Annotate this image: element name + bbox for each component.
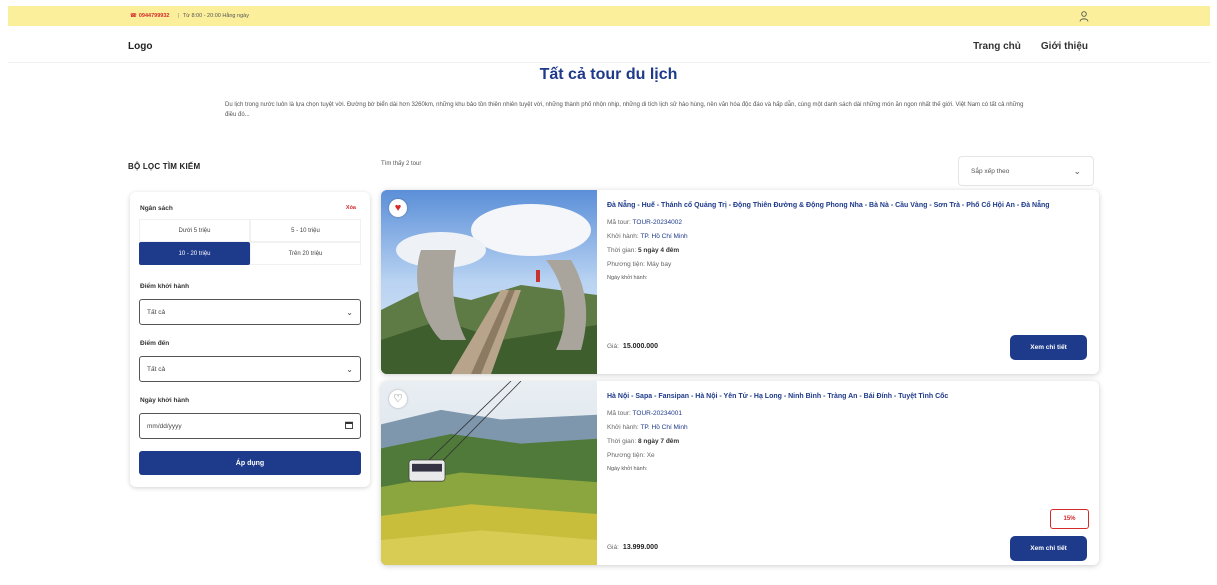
sort-label: Sắp xếp theo bbox=[971, 167, 1010, 175]
tour-code: Mã tour: TOUR-20234002 bbox=[607, 219, 682, 226]
logo[interactable]: Logo bbox=[128, 41, 152, 52]
budget-label: Ngân sách bbox=[140, 205, 173, 212]
tour-departure: Khởi hành: TP. Hồ Chí Minh bbox=[607, 424, 688, 431]
user-icon[interactable] bbox=[1078, 10, 1090, 22]
favorite-button[interactable]: ♡ bbox=[389, 390, 407, 408]
tour-price: Giá: 15.000.000 bbox=[607, 343, 658, 350]
hotline-number: 0944799932 bbox=[138, 13, 170, 19]
filter-panel: Ngân sách Xóa Dưới 5 triệu 5 - 10 triệu … bbox=[130, 192, 370, 487]
tour-info: Hà Nội - Sapa - Fansipan - Hà Nội - Yên … bbox=[607, 391, 1087, 472]
nav-home[interactable]: Trang chủ bbox=[973, 41, 1021, 52]
budget-options: Dưới 5 triệu 5 - 10 triệu 10 - 20 triệu … bbox=[139, 219, 361, 265]
header-divider bbox=[8, 62, 1210, 63]
view-detail-button[interactable]: Xem chi tiết bbox=[1010, 335, 1087, 360]
budget-option-5-10[interactable]: 5 - 10 triệu bbox=[250, 219, 361, 242]
discount-badge: 15% bbox=[1050, 509, 1089, 529]
tour-duration: Thời gian: 8 ngày 7 đêm bbox=[607, 438, 680, 445]
date-placeholder: mm/dd/yyyy bbox=[147, 422, 182, 430]
clear-filter-button[interactable]: Xóa bbox=[346, 205, 356, 211]
site-header: Logo Trang chủ Giới thiệu bbox=[128, 38, 1088, 54]
tour-image[interactable] bbox=[381, 381, 597, 565]
chevron-down-icon: ⌄ bbox=[1073, 165, 1081, 176]
tour-transport: Phương tiện: Xe bbox=[607, 452, 655, 459]
opening-hours: Từ 8:00 - 20:00 Hằng ngày bbox=[182, 13, 249, 19]
destination-select[interactable]: Tất cả ⌄ bbox=[139, 356, 361, 382]
separator: | bbox=[177, 13, 179, 19]
chevron-down-icon: ⌄ bbox=[346, 307, 353, 317]
budget-option-10-20[interactable]: 10 - 20 triệu bbox=[139, 242, 250, 265]
departure-label: Điểm khởi hành bbox=[140, 283, 190, 290]
sort-select[interactable]: Sắp xếp theo ⌄ bbox=[958, 156, 1094, 186]
chevron-down-icon: ⌄ bbox=[346, 364, 353, 374]
tour-price: Giá: 13.999.000 bbox=[607, 544, 658, 551]
date-label: Ngày khởi hành bbox=[140, 397, 190, 404]
tour-date: Ngày khởi hành: bbox=[607, 466, 648, 472]
tour-info: Đà Nẵng - Huế - Thánh cổ Quảng Trị - Độn… bbox=[607, 200, 1087, 281]
tour-card[interactable]: ♡ Hà Nội - Sapa - Fansipan - Hà Nội - Yê… bbox=[381, 381, 1099, 565]
heart-filled-icon: ♥ bbox=[394, 201, 402, 214]
departure-select[interactable]: Tất cả ⌄ bbox=[139, 299, 361, 325]
tour-name[interactable]: Hà Nội - Sapa - Fansipan - Hà Nội - Yên … bbox=[607, 391, 1087, 403]
tour-image[interactable] bbox=[381, 190, 597, 374]
tour-name[interactable]: Đà Nẵng - Huế - Thánh cổ Quảng Trị - Độn… bbox=[607, 200, 1087, 212]
destination-value: Tất cả bbox=[147, 365, 166, 373]
view-detail-button[interactable]: Xem chi tiết bbox=[1010, 536, 1087, 561]
favorite-button[interactable]: ♥ bbox=[389, 199, 407, 217]
tour-code: Mã tour: TOUR-20234001 bbox=[607, 410, 682, 417]
tour-date: Ngày khởi hành: bbox=[607, 275, 648, 281]
top-bar: ☎ 0944799932 | Từ 8:00 - 20:00 Hằng ngày bbox=[8, 6, 1210, 26]
apply-filter-button[interactable]: Áp dụng bbox=[139, 451, 361, 475]
budget-option-under-5[interactable]: Dưới 5 triệu bbox=[139, 219, 250, 242]
hotline[interactable]: ☎ 0944799932 bbox=[130, 13, 169, 19]
tour-departure: Khởi hành: TP. Hồ Chí Minh bbox=[607, 233, 688, 240]
filter-title: BỘ LỌC TÌM KIẾM bbox=[128, 162, 201, 171]
tour-duration: Thời gian: 5 ngày 4 đêm bbox=[607, 247, 680, 254]
heart-outline-icon: ♡ bbox=[393, 392, 403, 405]
phone-icon: ☎ bbox=[130, 13, 137, 19]
calendar-icon[interactable] bbox=[345, 421, 353, 431]
tour-transport: Phương tiện: Máy bay bbox=[607, 261, 672, 268]
nav-about[interactable]: Giới thiệu bbox=[1041, 41, 1088, 52]
page-title: Tất cả tour du lịch bbox=[539, 66, 678, 83]
budget-option-over-20[interactable]: Trên 20 triệu bbox=[250, 242, 361, 265]
page-intro: Du lịch trong nước luôn là lựa chọn tuyệ… bbox=[225, 102, 1024, 118]
main-nav: Trang chủ Giới thiệu bbox=[973, 41, 1088, 52]
tour-card[interactable]: ♥ Đà Nẵng - Huế - Thánh cổ Quảng Trị - Đ… bbox=[381, 190, 1099, 374]
date-input[interactable]: mm/dd/yyyy bbox=[139, 413, 361, 439]
destination-label: Điểm đến bbox=[140, 340, 170, 347]
departure-value: Tất cả bbox=[147, 308, 166, 316]
results-count: Tìm thấy 2 tour bbox=[381, 161, 422, 167]
